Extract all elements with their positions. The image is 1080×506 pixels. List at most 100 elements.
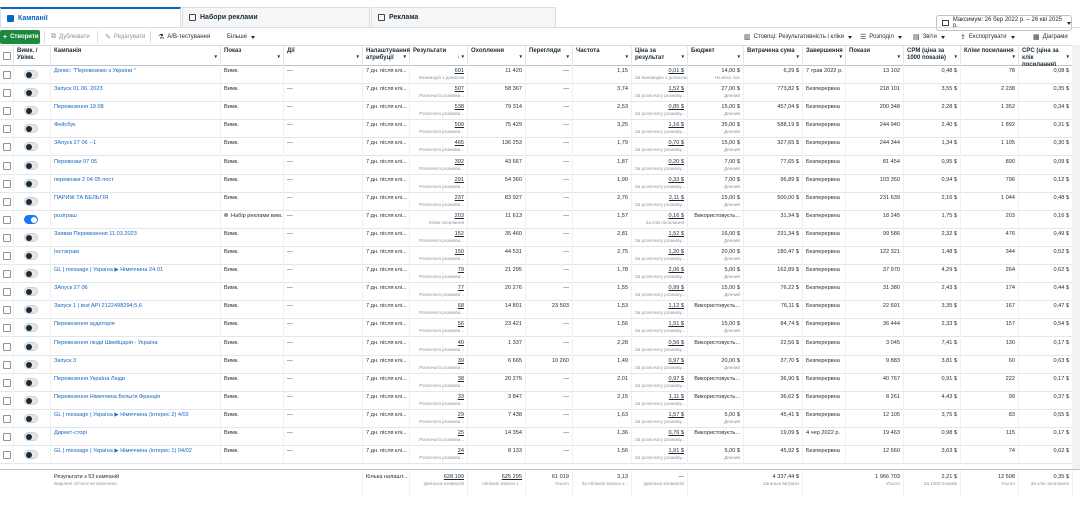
campaign-toggle[interactable] — [24, 450, 38, 460]
table-row[interactable]: Перевозки 07 05 Вимк. —7 дн. після клі... 3… — [0, 156, 1080, 175]
table-row[interactable]: GL | message | Україна ▶ Німеччина 24.01… — [0, 265, 1080, 284]
row-checkbox[interactable] — [3, 360, 11, 369]
campaign-toggle[interactable] — [24, 341, 38, 351]
toggle-cell[interactable] — [14, 66, 51, 84]
row-select-cell[interactable] — [0, 301, 14, 320]
row-checkbox[interactable] — [3, 252, 11, 260]
campaign-name-link-cell[interactable]: розіграш — [51, 210, 221, 229]
table-row[interactable]: GL | message | Україна ▶ Німеччина (інте… — [0, 409, 1080, 428]
campaign-toggle[interactable] — [24, 323, 38, 333]
campaign-name-link[interactable]: Перевезення Україна Люди — [54, 376, 125, 382]
toggle-cell[interactable] — [14, 355, 51, 374]
campaign-name-link-cell[interactable]: Заявки Перевезення 11.03.2023 — [51, 228, 221, 247]
table-row[interactable]: Перевезення Україна Люди Вимк. — 7 дн. післ… — [0, 373, 1080, 392]
row-checkbox[interactable] — [3, 414, 11, 423]
header-cpm[interactable]: CPM (ціна за 1000 показів) ▾ — [904, 46, 961, 67]
header-impressions[interactable]: Покази ▾ — [846, 46, 904, 67]
header-amount-spent[interactable]: Витрачена сума ▾ — [744, 46, 803, 67]
campaign-name-link-cell[interactable]: Запуск 01.06. 2023 — [51, 84, 221, 103]
row-select-cell[interactable] — [0, 120, 14, 139]
campaign-name-link-cell[interactable]: Допис: "Перевеземо з України " — [51, 66, 221, 84]
row-select-cell[interactable] — [0, 373, 14, 392]
row-select-cell[interactable] — [0, 391, 14, 410]
campaign-name-link[interactable]: Запуск 01.06. 2023 — [54, 86, 103, 92]
campaign-name-link[interactable]: Перевезення люди Швейцарія - Україна — [54, 340, 158, 346]
campaign-name-link[interactable]: Запуск 1 | test API 2122498294;5,6 — [54, 303, 142, 309]
campaign-toggle[interactable] — [24, 214, 38, 224]
campaign-name-link-cell[interactable]: GL | message | Україна ▶ Німеччина (інте… — [51, 409, 221, 428]
campaign-name-link[interactable]: розіграш — [54, 213, 77, 219]
campaign-name-link[interactable]: Перевезення 19 08 — [54, 104, 104, 110]
campaign-name-link-cell[interactable]: Перевезення люди Швейцарія - Україна — [51, 337, 221, 356]
header-frequency[interactable]: Частота ▾ — [573, 46, 632, 67]
campaign-toggle[interactable] — [24, 395, 38, 405]
row-checkbox[interactable] — [3, 125, 11, 134]
row-checkbox[interactable] — [3, 107, 11, 116]
table-row[interactable]: Фейсбук Вимк. —7 дн. після клі... 509 Розпоч… — [0, 120, 1080, 139]
export-button[interactable]: ⇪ Експортувати — [957, 30, 1018, 44]
table-row[interactable]: Запуск 1 | test API 2122498294;5,6 Вимк. —… — [0, 301, 1080, 320]
header-cost-per-result[interactable]: Ціна за результат ▾ — [632, 46, 688, 67]
row-checkbox[interactable] — [3, 143, 11, 152]
row-select-cell[interactable] — [0, 265, 14, 284]
row-select-cell[interactable] — [0, 428, 14, 446]
campaign-name-link-cell[interactable]: Перевезення 19 08 — [51, 102, 221, 121]
row-select-cell[interactable] — [0, 138, 14, 157]
row-checkbox[interactable] — [3, 306, 11, 315]
header-cpc[interactable]: CPC (ціна за клік посилання) ▾ — [1019, 46, 1073, 68]
toggle-cell[interactable] — [14, 247, 51, 265]
campaign-name-link-cell[interactable]: ЗАпуск 27 06 --1 — [51, 138, 221, 157]
row-select-cell[interactable] — [0, 192, 14, 211]
table-row[interactable]: Запуск 3 Вимк. —7 дн. після клі... 39 Розпоч… — [0, 355, 1080, 374]
more-button[interactable]: Більше — [224, 30, 258, 44]
table-row[interactable]: Перевезення люди Швейцарія - Україна Вимк… — [0, 337, 1080, 356]
row-checkbox[interactable] — [3, 288, 11, 297]
row-select-cell[interactable] — [0, 247, 14, 265]
campaign-name-link-cell[interactable]: Інстаграм — [51, 247, 221, 265]
row-checkbox[interactable] — [3, 197, 11, 206]
table-row[interactable]: Допис: "Перевеземо з України " Вимк. — 7 дн… — [0, 66, 1080, 85]
row-select-cell[interactable] — [0, 446, 14, 465]
campaign-name-link[interactable]: Перевозки 07 05 — [54, 159, 97, 165]
campaign-toggle[interactable] — [24, 196, 38, 206]
toggle-cell[interactable] — [14, 283, 51, 302]
campaign-name-link[interactable]: ЗАпуск 27 06 --1 — [54, 140, 96, 146]
row-checkbox[interactable] — [3, 433, 11, 441]
campaign-name-link[interactable]: Перевезення аудиторія — [54, 321, 115, 327]
campaign-toggle[interactable] — [24, 269, 38, 279]
campaign-name-link-cell[interactable]: Запуск 3 — [51, 355, 221, 374]
tab-ads[interactable]: Реклама — [371, 7, 556, 27]
row-checkbox[interactable] — [3, 179, 11, 188]
table-row[interactable]: Заявки Перевезення 11.03.2023 Вимк. — 7 дн.… — [0, 228, 1080, 247]
toggle-cell[interactable] — [14, 265, 51, 284]
toggle-cell[interactable] — [14, 102, 51, 121]
campaign-name-link-cell[interactable]: Перевозки 07 05 — [51, 156, 221, 175]
row-checkbox[interactable] — [3, 89, 11, 98]
toggle-cell[interactable] — [14, 156, 51, 175]
row-checkbox[interactable] — [3, 161, 11, 170]
campaign-name-link[interactable]: GL | message | Україна ▶ Німеччина (інте… — [54, 448, 192, 454]
table-row[interactable]: розіграш Набір реклами вим... —7 дн. після… — [0, 210, 1080, 229]
campaign-toggle[interactable] — [24, 70, 38, 79]
campaign-toggle[interactable] — [24, 413, 38, 423]
duplicate-button[interactable]: ⧉ Дублювати — [48, 30, 93, 44]
campaign-name-link[interactable]: GL | message | Україна ▶ Німеччина 24.01 — [54, 267, 163, 273]
campaign-toggle[interactable] — [24, 142, 38, 152]
campaign-name-link[interactable]: Допис: "Перевеземо з України " — [54, 68, 136, 74]
campaign-name-link-cell[interactable]: Перевезення Україна Люди — [51, 373, 221, 392]
table-row[interactable]: Директ-сторі Вимк. —7 дн. після клі... 25 Ро… — [0, 428, 1080, 447]
row-checkbox[interactable] — [3, 451, 11, 460]
campaign-toggle[interactable] — [24, 251, 38, 260]
header-toggle[interactable]: Вимк. / Увімк. — [14, 46, 51, 67]
table-row[interactable]: GL | message | Україна ▶ Німеччина (інте… — [0, 446, 1080, 465]
campaign-toggle[interactable] — [24, 160, 38, 170]
row-checkbox[interactable] — [3, 233, 11, 242]
header-ends[interactable]: Завершення ▾ — [803, 46, 846, 67]
row-select-cell[interactable] — [0, 355, 14, 374]
row-select-cell[interactable] — [0, 210, 14, 229]
campaign-name-link[interactable]: Директ-сторі — [54, 430, 87, 436]
toggle-cell[interactable] — [14, 446, 51, 465]
row-select-cell[interactable] — [0, 283, 14, 302]
row-checkbox[interactable] — [3, 378, 11, 387]
campaign-toggle[interactable] — [24, 377, 38, 387]
